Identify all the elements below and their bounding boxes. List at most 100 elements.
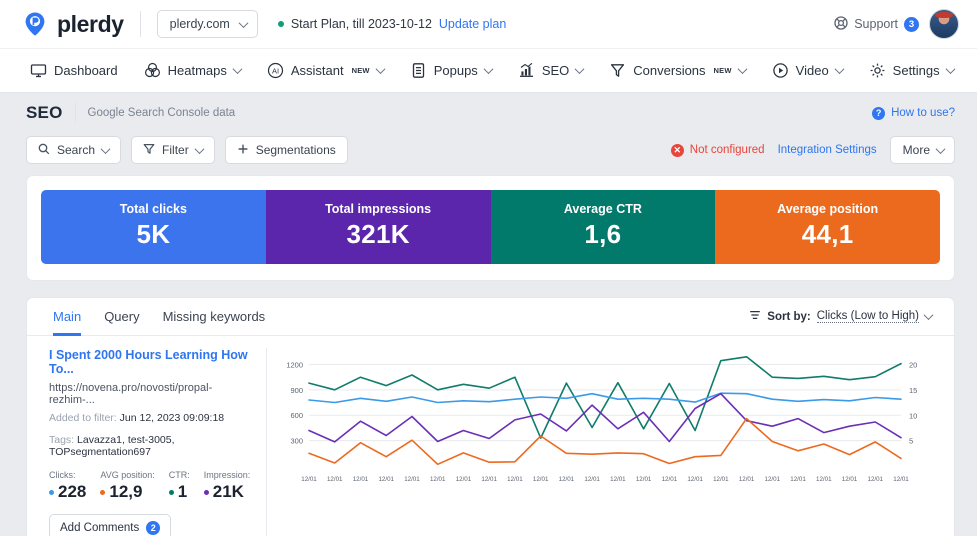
tab-missing-keywords[interactable]: Missing keywords — [163, 298, 266, 336]
sort-by-value: Clicks (Low to High) — [817, 310, 919, 323]
site-selector[interactable]: plerdy.com — [157, 10, 258, 38]
chart-svg: 3006009001200510152012/0112/0112/0112/01… — [275, 348, 935, 488]
sort-by-prefix: Sort by: — [767, 311, 810, 323]
kpi-tile-value: 5K — [47, 219, 260, 250]
ai-icon: AI — [267, 62, 284, 79]
result-item-url[interactable]: https://novena.pro/novosti/propal-rezhim… — [49, 382, 252, 406]
kpi-tile[interactable]: Total impressions 321K — [266, 190, 491, 264]
nav-label-assistant: Assistant — [291, 63, 344, 78]
nav-item-dashboard[interactable]: Dashboard — [30, 62, 118, 79]
svg-text:AI: AI — [272, 67, 279, 76]
chart-y-right-tick: 10 — [909, 411, 917, 420]
chevron-down-icon — [483, 64, 493, 74]
kpi-tile-label: Average CTR — [497, 202, 710, 216]
chart-x-tick: 12/01 — [662, 476, 678, 483]
chevron-down-icon — [194, 144, 204, 154]
chart-y-left-tick: 1200 — [286, 360, 303, 369]
integration-settings-link[interactable]: Integration Settings — [778, 144, 877, 156]
support-count-badge: 3 — [904, 17, 919, 32]
lifebuoy-icon — [834, 16, 848, 33]
top-header: plerdy plerdy.com Start Plan, till 2023-… — [0, 0, 977, 48]
kpi-tile-label: Total impressions — [272, 202, 485, 216]
chevron-down-icon — [834, 64, 844, 74]
metrics-line-chart[interactable]: 3006009001200510152012/0112/0112/0112/01… — [267, 348, 944, 536]
metric-color-dot — [49, 490, 54, 495]
not-configured-label: Not configured — [690, 144, 765, 156]
metric-value-wrap: 228 — [49, 482, 86, 502]
nav-item-assistant[interactable]: AI Assistant NEW — [267, 62, 384, 79]
user-avatar[interactable] — [929, 9, 959, 39]
nav-label-dashboard: Dashboard — [54, 63, 118, 78]
chart-x-tick: 12/01 — [559, 476, 575, 483]
result-item-tags: Tags: Lavazza1, test-3005, TOPsegmentati… — [49, 434, 252, 458]
update-plan-link[interactable]: Update plan — [439, 17, 506, 31]
metric-block: AVG position: 12,9 — [100, 470, 154, 502]
chart-x-tick: 12/01 — [739, 476, 755, 483]
result-item-added: Added to filter: Jun 12, 2023 09:09:18 — [49, 412, 252, 424]
chevron-down-icon — [101, 144, 111, 154]
kpi-tile-value: 321K — [272, 219, 485, 250]
kpi-tile[interactable]: Total clicks5K — [41, 190, 266, 264]
sort-by-control[interactable]: Sort by: Clicks (Low to High) — [749, 309, 932, 324]
page-scrollbar[interactable] — [964, 95, 977, 536]
tab-main-label: Main — [53, 309, 81, 324]
chart-x-tick: 12/01 — [584, 476, 600, 483]
chart-x-tick: 12/01 — [687, 476, 703, 483]
nav-label-conversions: Conversions — [633, 63, 705, 78]
kpi-tile[interactable]: Average position44,1 — [715, 190, 940, 264]
chart-x-tick: 12/01 — [790, 476, 806, 483]
nav-item-settings[interactable]: Settings — [869, 62, 954, 79]
nav-item-video[interactable]: Video — [772, 62, 843, 79]
results-card: Main Query Missing keywords Sort by: Cli… — [26, 297, 955, 536]
segmentations-button-label: Segmentations — [256, 143, 336, 157]
error-icon: ✕ — [671, 144, 684, 157]
support-button[interactable]: Support 3 — [834, 16, 919, 33]
metric-label: AVG position: — [100, 470, 154, 480]
add-comments-button[interactable]: Add Comments 2 — [49, 514, 171, 536]
chart-y-right-tick: 20 — [909, 361, 917, 370]
nav-label-heatmaps: Heatmaps — [168, 63, 227, 78]
how-to-use-link[interactable]: ? How to use? — [872, 107, 955, 120]
how-to-use-label: How to use? — [891, 107, 955, 119]
metric-value: 1 — [178, 482, 187, 502]
site-selector-label: plerdy.com — [170, 17, 230, 31]
plan-status-text: Start Plan, till 2023-10-12 — [291, 17, 432, 31]
metric-label: CTR: — [169, 470, 190, 480]
brand-logo[interactable]: plerdy — [22, 11, 124, 38]
metric-color-dot — [100, 490, 105, 495]
tab-query[interactable]: Query — [104, 298, 139, 336]
chevron-down-icon — [936, 144, 946, 154]
tab-main[interactable]: Main — [53, 298, 81, 336]
chart-x-tick: 12/01 — [636, 476, 652, 483]
segmentations-button[interactable]: Segmentations — [225, 136, 348, 164]
nav-label-settings: Settings — [893, 63, 940, 78]
chart-y-right-tick: 15 — [909, 386, 917, 395]
nav-item-popups[interactable]: Popups — [410, 62, 492, 79]
nav-item-seo[interactable]: SEO — [518, 62, 583, 79]
metric-value-wrap: 12,9 — [100, 482, 154, 502]
chart-x-tick: 12/01 — [430, 476, 446, 483]
chart-x-tick: 12/01 — [301, 476, 317, 483]
filter-button-label: Filter — [162, 143, 189, 157]
result-item-title[interactable]: I Spent 2000 Hours Learning How To... — [49, 348, 252, 376]
kpi-tile[interactable]: Average CTR1,6 — [491, 190, 716, 264]
chart-x-tick: 12/01 — [327, 476, 343, 483]
kpi-row: Total clicks5KTotal impressions321KAvera… — [41, 190, 940, 264]
more-button-label: More — [903, 143, 930, 157]
venn-icon — [144, 62, 161, 79]
chart-x-tick: 12/01 — [610, 476, 626, 483]
plan-status: Start Plan, till 2023-10-12 Update plan — [278, 17, 506, 31]
result-item-metrics: Clicks:228AVG position:12,9CTR:1Impressi… — [49, 470, 252, 502]
more-button[interactable]: More — [890, 136, 955, 164]
nav-item-heatmaps[interactable]: Heatmaps — [144, 62, 241, 79]
chevron-down-icon — [945, 64, 955, 74]
metric-value-wrap: 1 — [169, 482, 190, 502]
filter-button[interactable]: Filter — [131, 136, 215, 164]
chart-series-line — [309, 393, 901, 402]
nav-item-conversions[interactable]: Conversions NEW — [609, 62, 745, 79]
chevron-down-icon — [375, 64, 385, 74]
result-item-details: I Spent 2000 Hours Learning How To... ht… — [49, 348, 267, 536]
gear-icon — [869, 62, 886, 79]
search-button[interactable]: Search — [26, 136, 121, 164]
plerdy-logo-icon — [22, 11, 48, 37]
